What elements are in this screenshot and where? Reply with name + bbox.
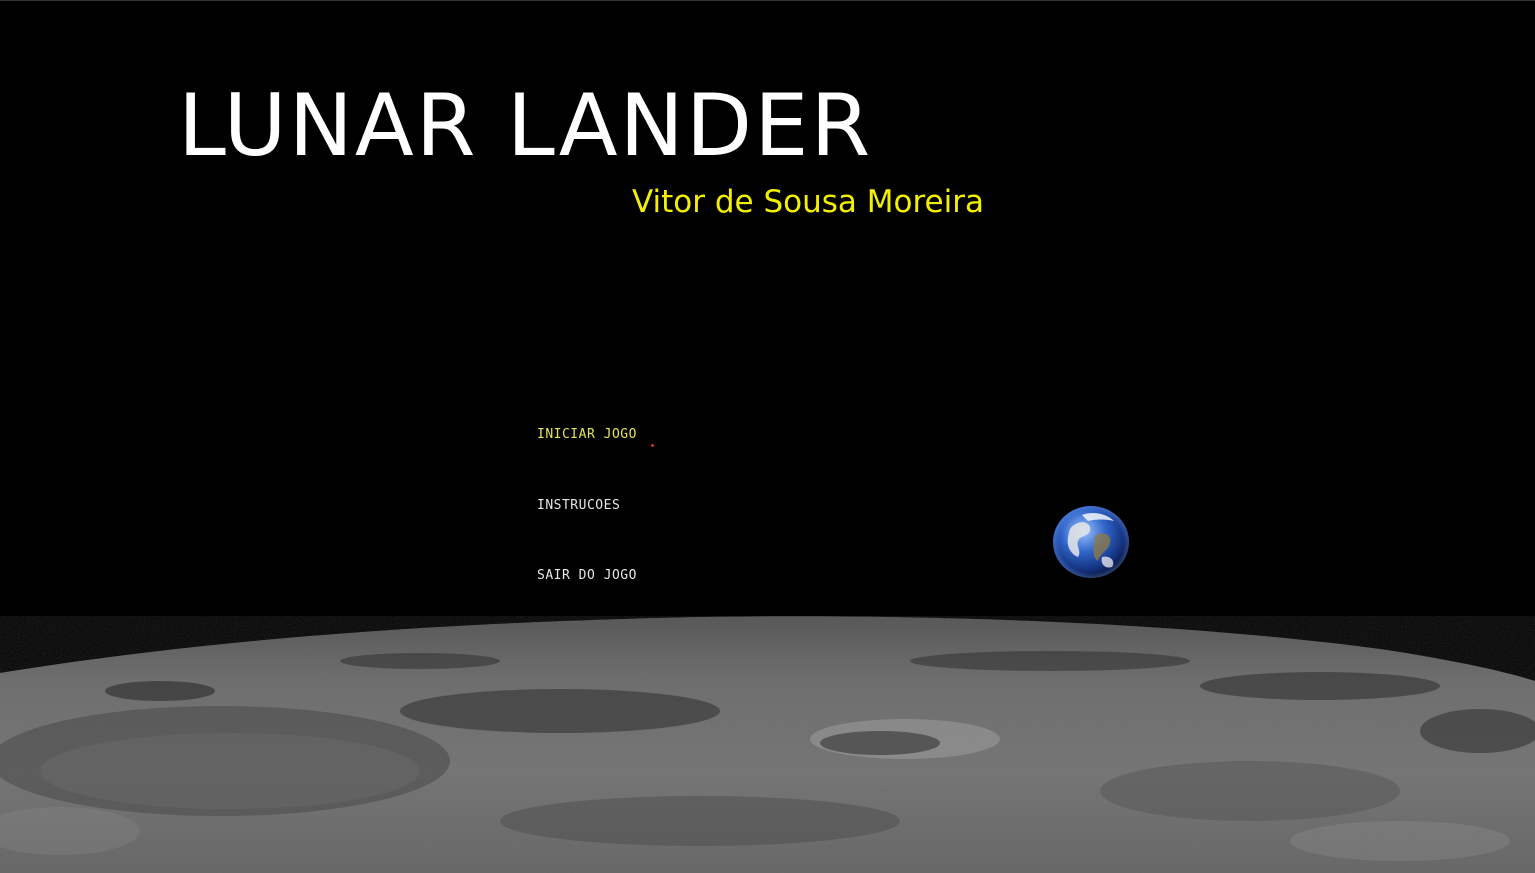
menu-item-instructions[interactable]: INSTRUCOES <box>537 498 620 513</box>
menu-item-start-game[interactable]: INICIAR JOGO <box>537 427 637 442</box>
menu-cursor-dot <box>651 444 654 447</box>
game-screen: LUNAR LANDER Vitor de Sousa Moreira INIC… <box>0 0 1535 873</box>
lunar-surface-image <box>0 616 1535 873</box>
earth-image <box>1053 506 1129 578</box>
author-name: Vitor de Sousa Moreira <box>632 184 984 220</box>
game-title: LUNAR LANDER <box>178 76 873 176</box>
menu-item-exit-game[interactable]: SAIR DO JOGO <box>537 568 637 583</box>
